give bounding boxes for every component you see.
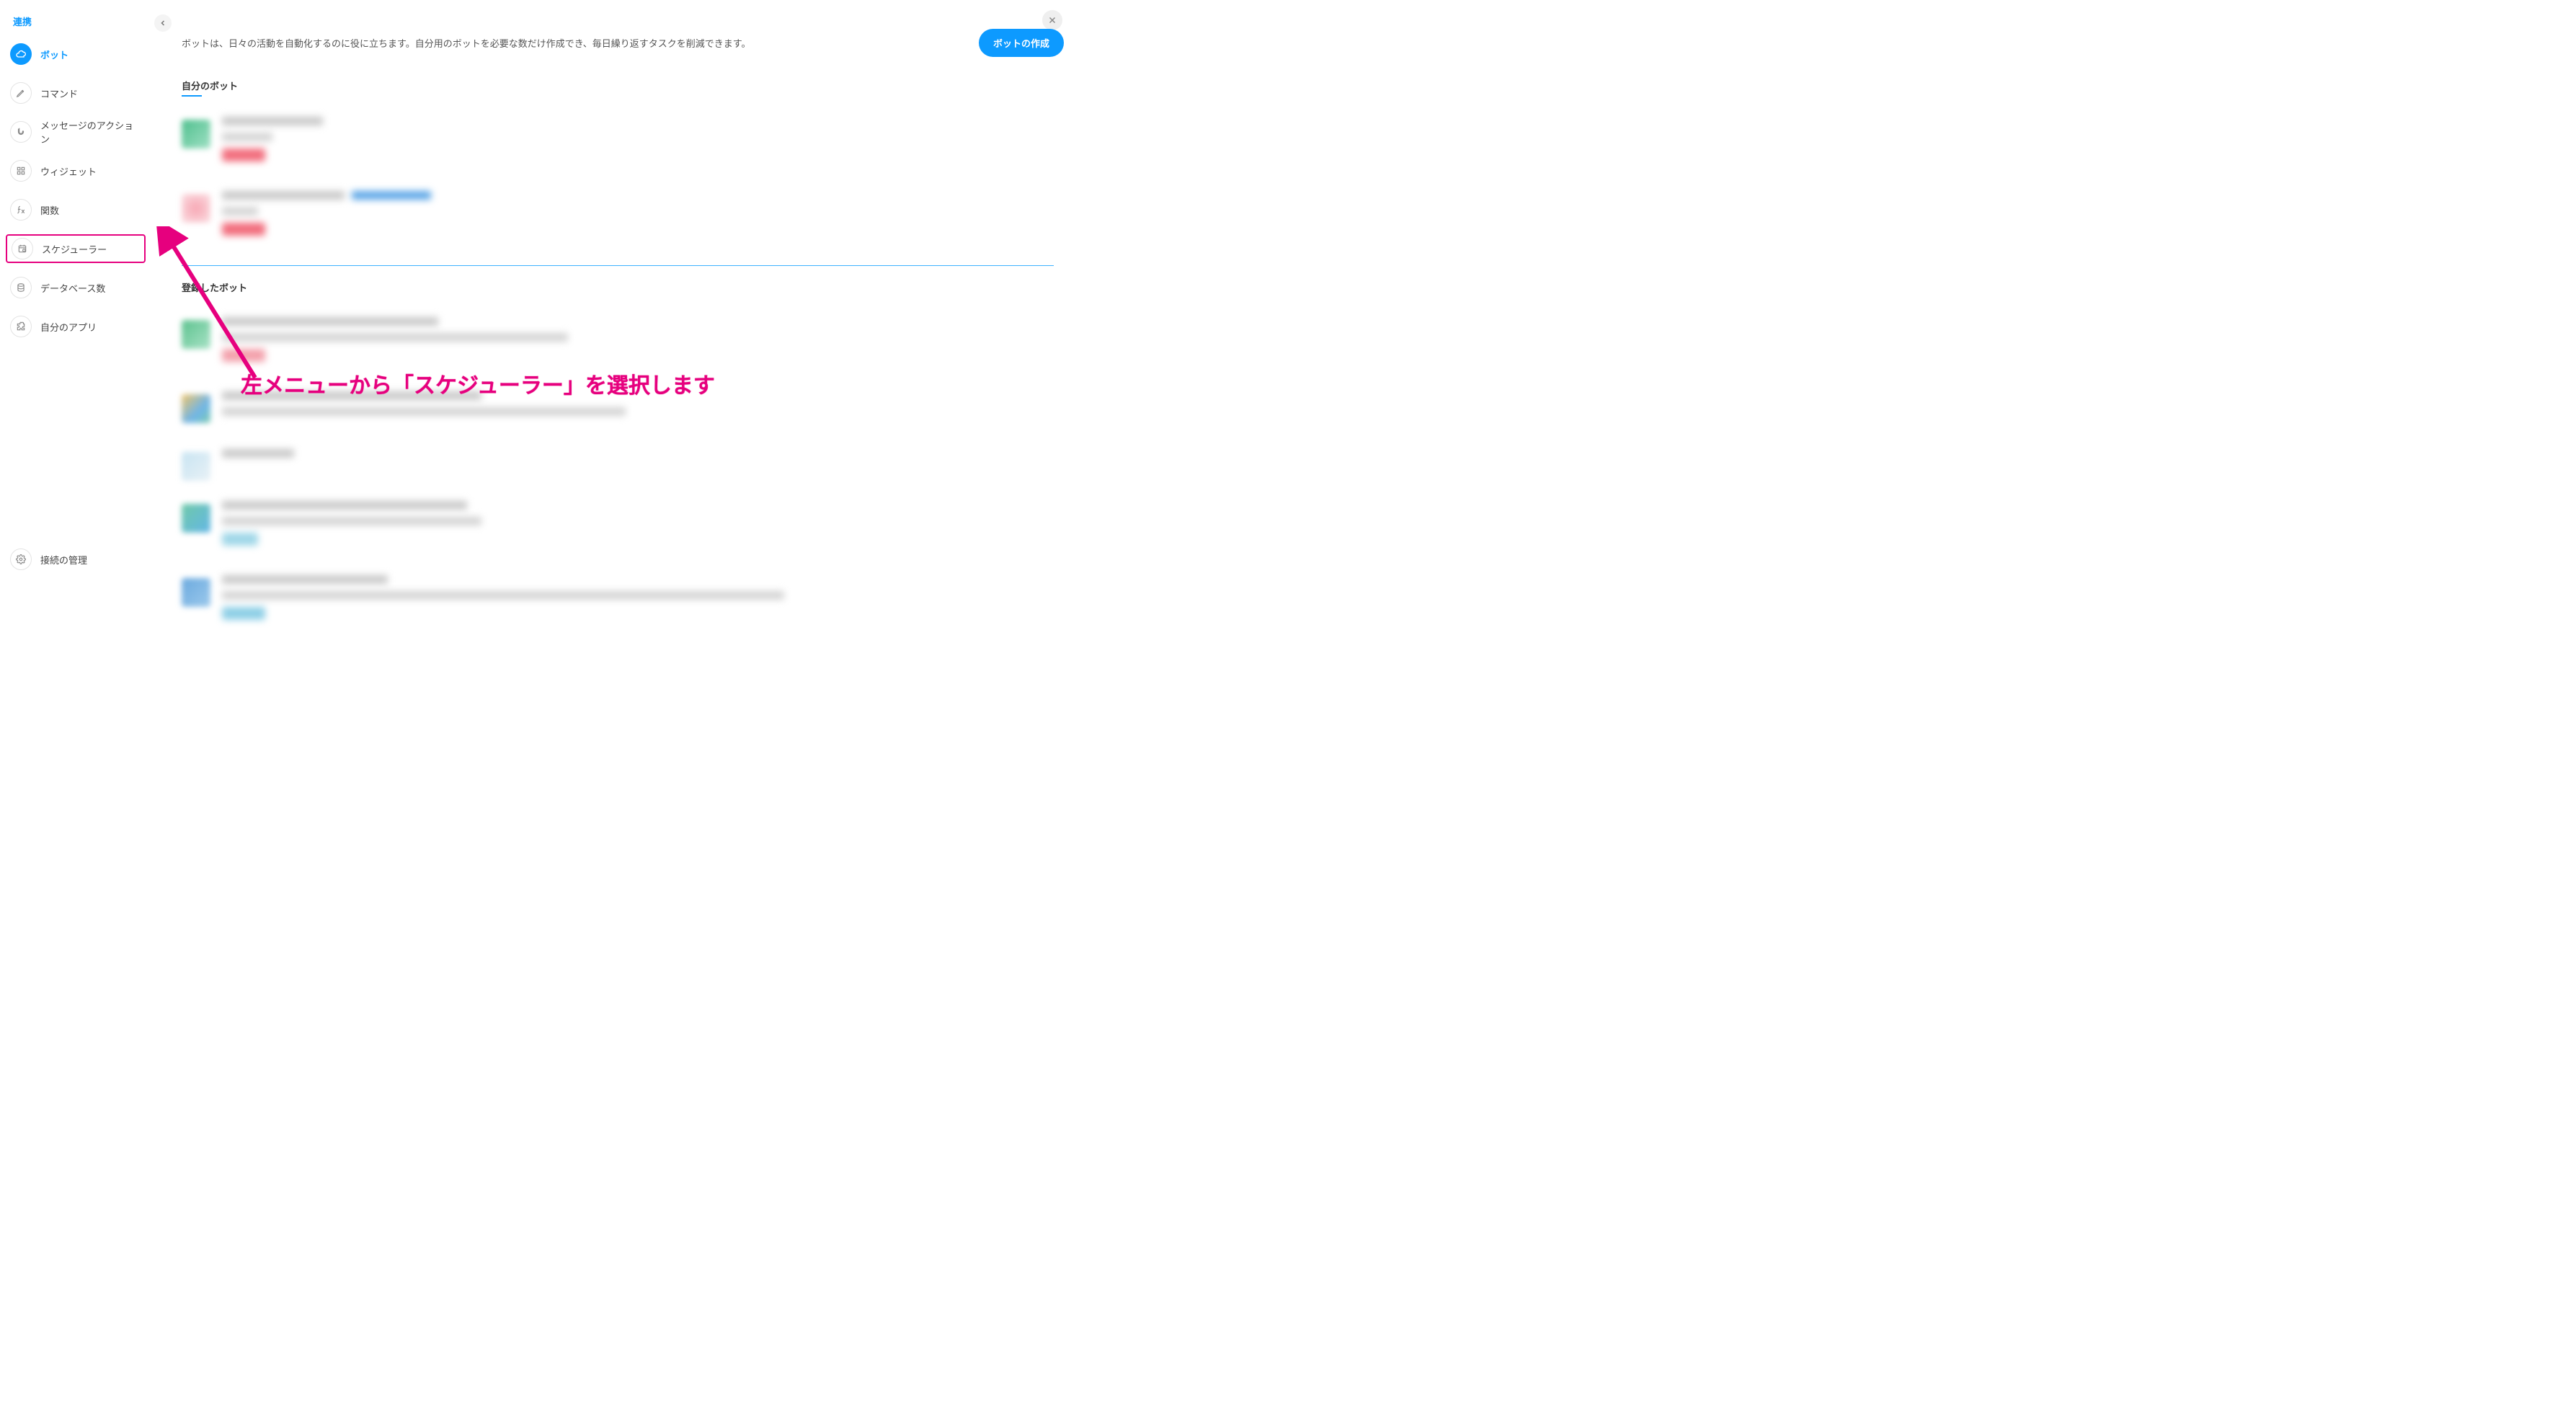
sidebar-item-label: 接続の管理 <box>40 553 87 567</box>
bot-avatar <box>182 452 210 481</box>
sidebar-item-label: メッセージのアクション <box>40 118 141 146</box>
my-bots-list <box>182 110 1064 258</box>
cloud-icon <box>10 43 32 65</box>
sidebar-item-label: ウィジェット <box>40 164 97 178</box>
database-icon <box>10 277 32 298</box>
intro-text: ボットは、日々の活動を自動化するのに役に立ちます。自分用のボットを必要な数だけ作… <box>182 36 751 50</box>
list-item[interactable] <box>182 310 1064 384</box>
sidebar-item-label: 自分のアプリ <box>40 320 97 334</box>
list-item[interactable] <box>182 384 1064 442</box>
sidebar-item-function[interactable]: 関数 <box>6 195 146 224</box>
sidebar-item-label: コマンド <box>40 86 78 100</box>
bot-avatar <box>182 578 210 607</box>
sidebar-item-label: データベース数 <box>40 281 105 295</box>
create-bot-button[interactable]: ボットの作成 <box>979 29 1064 57</box>
sidebar-title: 連携 <box>6 6 146 40</box>
list-item[interactable] <box>182 568 1064 642</box>
sidebar-item-command[interactable]: コマンド <box>6 79 146 107</box>
sidebar-item-my-apps[interactable]: 自分のアプリ <box>6 312 146 341</box>
sidebar-item-label: 関数 <box>40 203 59 217</box>
sidebar-item-bot[interactable]: ボット <box>6 40 146 68</box>
puzzle-icon <box>10 316 32 337</box>
sidebar-item-label: スケジューラー <box>42 242 107 256</box>
back-button[interactable] <box>154 14 172 32</box>
bot-avatar <box>182 504 210 533</box>
bot-avatar <box>182 320 210 349</box>
sidebar-item-connection-manage[interactable]: 接続の管理 <box>6 545 146 574</box>
list-item[interactable] <box>182 494 1064 568</box>
sidebar-item-database[interactable]: データベース数 <box>6 273 146 302</box>
bot-avatar <box>182 120 210 148</box>
pointer-icon <box>10 121 32 143</box>
sidebar-item-scheduler[interactable]: スケジューラー <box>6 234 146 263</box>
sidebar-item-widget[interactable]: ウィジェット <box>6 156 146 185</box>
sidebar-item-label: ボット <box>40 48 68 61</box>
calendar-icon <box>12 238 33 259</box>
section-underline <box>182 95 202 97</box>
bot-avatar <box>182 394 210 423</box>
fx-icon <box>10 199 32 221</box>
sidebar-item-message-action[interactable]: メッセージのアクション <box>6 117 146 146</box>
list-item[interactable] <box>182 110 1064 184</box>
grid-icon <box>10 160 32 182</box>
bot-avatar <box>182 194 210 223</box>
main-content: ボットは、日々の活動を自動化するのに役に立ちます。自分用のボットを必要な数だけ作… <box>182 0 1081 590</box>
section-title-my-bots: 自分のボット <box>182 79 1064 92</box>
sidebar: 連携 ボット コマンド メッセージのアクション ウィジェット 関数 ス <box>0 0 151 590</box>
gear-icon <box>10 548 32 570</box>
list-item[interactable] <box>182 184 1064 258</box>
pen-icon <box>10 82 32 104</box>
section-divider <box>182 265 1054 266</box>
section-title-registered-bots: 登録したボット <box>182 280 1064 294</box>
list-item[interactable] <box>182 442 1064 494</box>
registered-bots-list <box>182 310 1064 642</box>
